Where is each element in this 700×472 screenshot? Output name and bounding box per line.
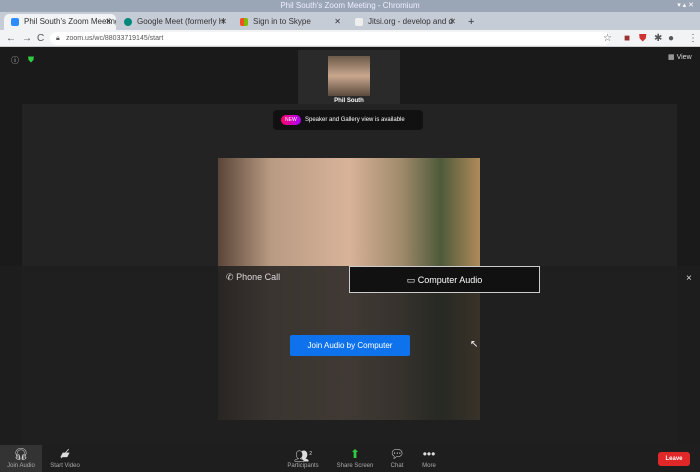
tab-label: Phone Call [236, 272, 281, 282]
button-label: Join Audio [7, 463, 35, 469]
new-badge: NEW [281, 115, 301, 125]
profile-icon[interactable]: ● [668, 32, 674, 45]
tab-jitsi[interactable]: Jitsi.org - develop and d ✕ [348, 14, 460, 30]
shield-extension-icon[interactable]: ⛊ [639, 32, 647, 45]
grid-icon: ▦ [668, 54, 675, 61]
start-video-button[interactable]: ▰̸ Start Video [46, 445, 84, 472]
tab-label: Computer Audio [417, 275, 483, 285]
tab-label: Sign in to Skype [253, 17, 311, 26]
url-text: zoom.us/wc/88033719145/start [66, 35, 164, 42]
tab-label: Google Meet (formerly H [137, 17, 225, 26]
view-label: View [676, 54, 692, 61]
tab-label: Phil South's Zoom Meeting [24, 17, 116, 26]
tab-zoom[interactable]: Phil South's Zoom Meeting ✕ [4, 14, 116, 30]
close-audio-panel-icon[interactable]: × [686, 273, 692, 284]
encryption-shield-icon[interactable]: ⛊ [28, 55, 34, 65]
tooltip-text: Speaker and Gallery view is available [305, 117, 405, 123]
menu-icon[interactable]: ⋮ [688, 32, 698, 45]
participant-name: Phil South [334, 98, 364, 104]
tab-phone-call[interactable]: ✆ Phone Call [226, 272, 280, 283]
headphones-icon: 🎧︎ [13, 447, 29, 461]
share-screen-icon: ⬆︎ [349, 447, 361, 461]
chat-icon: 💬︎ [389, 447, 405, 461]
more-icon: ••• [422, 447, 436, 461]
url-input[interactable]: 🔒︎ zoom.us/wc/88033719145/start [50, 32, 610, 45]
participant-thumbnail[interactable]: Phil South [298, 50, 400, 104]
video-off-icon: ▰̸ [60, 447, 70, 461]
new-tab-button[interactable]: + [462, 14, 482, 30]
participant-video [328, 56, 370, 96]
participants-button[interactable]: 👥︎2 Participants [283, 445, 323, 472]
close-tab-icon[interactable]: ✕ [220, 14, 227, 30]
bookmark-star-icon[interactable]: ☆ [603, 32, 612, 45]
reload-icon[interactable]: C [37, 32, 44, 45]
microsoft-favicon-icon [240, 18, 248, 26]
phone-icon: ✆ [226, 272, 234, 282]
window-title-bar: Phil South's Zoom Meeting - Chromium [0, 0, 700, 12]
forward-icon[interactable]: → [22, 32, 32, 45]
more-button[interactable]: ••• More [417, 445, 441, 472]
lock-icon: 🔒︎ [56, 35, 60, 42]
button-label: Chat [390, 463, 404, 469]
close-tab-icon[interactable]: ✕ [334, 14, 341, 30]
join-audio-button[interactable]: 🎧︎ Join Audio [0, 445, 42, 472]
participants-icon: 👥︎2 [293, 449, 312, 463]
jitsi-favicon-icon [355, 18, 363, 26]
button-label: More [422, 463, 436, 469]
share-screen-button[interactable]: ⬆︎ Share Screen [334, 445, 376, 472]
zoom-favicon-icon [11, 18, 19, 26]
view-tooltip: NEW Speaker and Gallery view is availabl… [273, 110, 423, 130]
view-button[interactable]: ▦ View [668, 53, 692, 61]
meet-favicon-icon [124, 18, 132, 26]
tab-google-meet[interactable]: Google Meet (formerly H ✕ [117, 14, 231, 30]
back-icon[interactable]: ← [6, 32, 16, 45]
chat-button[interactable]: 💬︎ Chat [385, 445, 409, 472]
computer-icon: ▭ [406, 275, 416, 285]
close-tab-icon[interactable]: ✕ [105, 14, 112, 30]
tab-skype[interactable]: Sign in to Skype ✕ [233, 14, 345, 30]
button-label: Share Screen [336, 463, 374, 469]
close-tab-icon[interactable]: ✕ [449, 14, 456, 30]
extensions-puzzle-icon[interactable]: ✱ [654, 32, 662, 45]
window-controls[interactable]: ▾ ▴ ✕ [677, 0, 694, 12]
button-label: Participants [287, 463, 319, 469]
leave-button[interactable]: Leave [658, 452, 690, 466]
tab-label: Jitsi.org - develop and d [368, 17, 453, 26]
button-label: Start Video [50, 463, 80, 469]
tab-bar: Phil South's Zoom Meeting ✕ Google Meet (… [0, 12, 700, 30]
address-bar-row: ← → C 🔒︎ zoom.us/wc/88033719145/start ☆ ■… [0, 30, 700, 47]
info-icon[interactable]: ⓘ [11, 55, 19, 66]
tab-computer-audio[interactable]: ▭ Computer Audio [349, 266, 540, 293]
window-title: Phil South's Zoom Meeting - Chromium [280, 1, 420, 10]
participants-count: 2 [309, 451, 312, 457]
meeting-toolbar: 🎧︎ Join Audio ▰̸ Start Video 👥︎2 Participan… [0, 445, 700, 472]
mouse-cursor-icon: ↖ [470, 339, 479, 350]
join-audio-by-computer-button[interactable]: Join Audio by Computer [290, 335, 410, 356]
extension-icon[interactable]: ■ [624, 32, 630, 45]
